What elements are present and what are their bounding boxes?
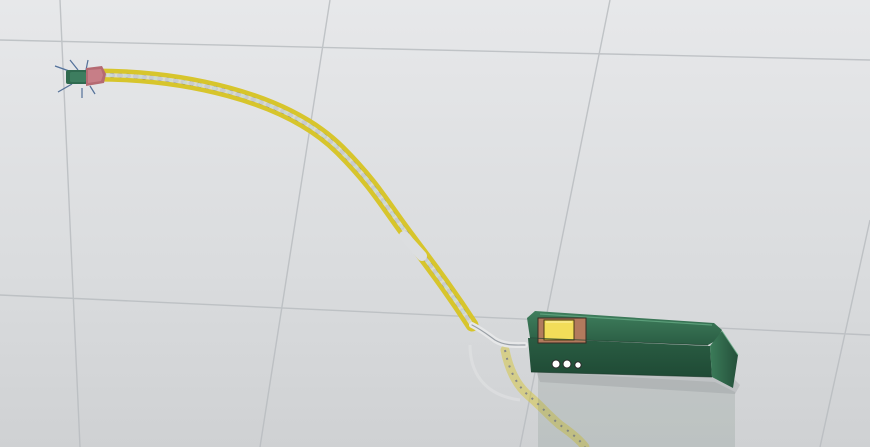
- cad-viewport[interactable]: [0, 0, 870, 447]
- floor-grid: [0, 0, 870, 447]
- control-box: [527, 311, 740, 394]
- scene-canvas[interactable]: [0, 0, 870, 447]
